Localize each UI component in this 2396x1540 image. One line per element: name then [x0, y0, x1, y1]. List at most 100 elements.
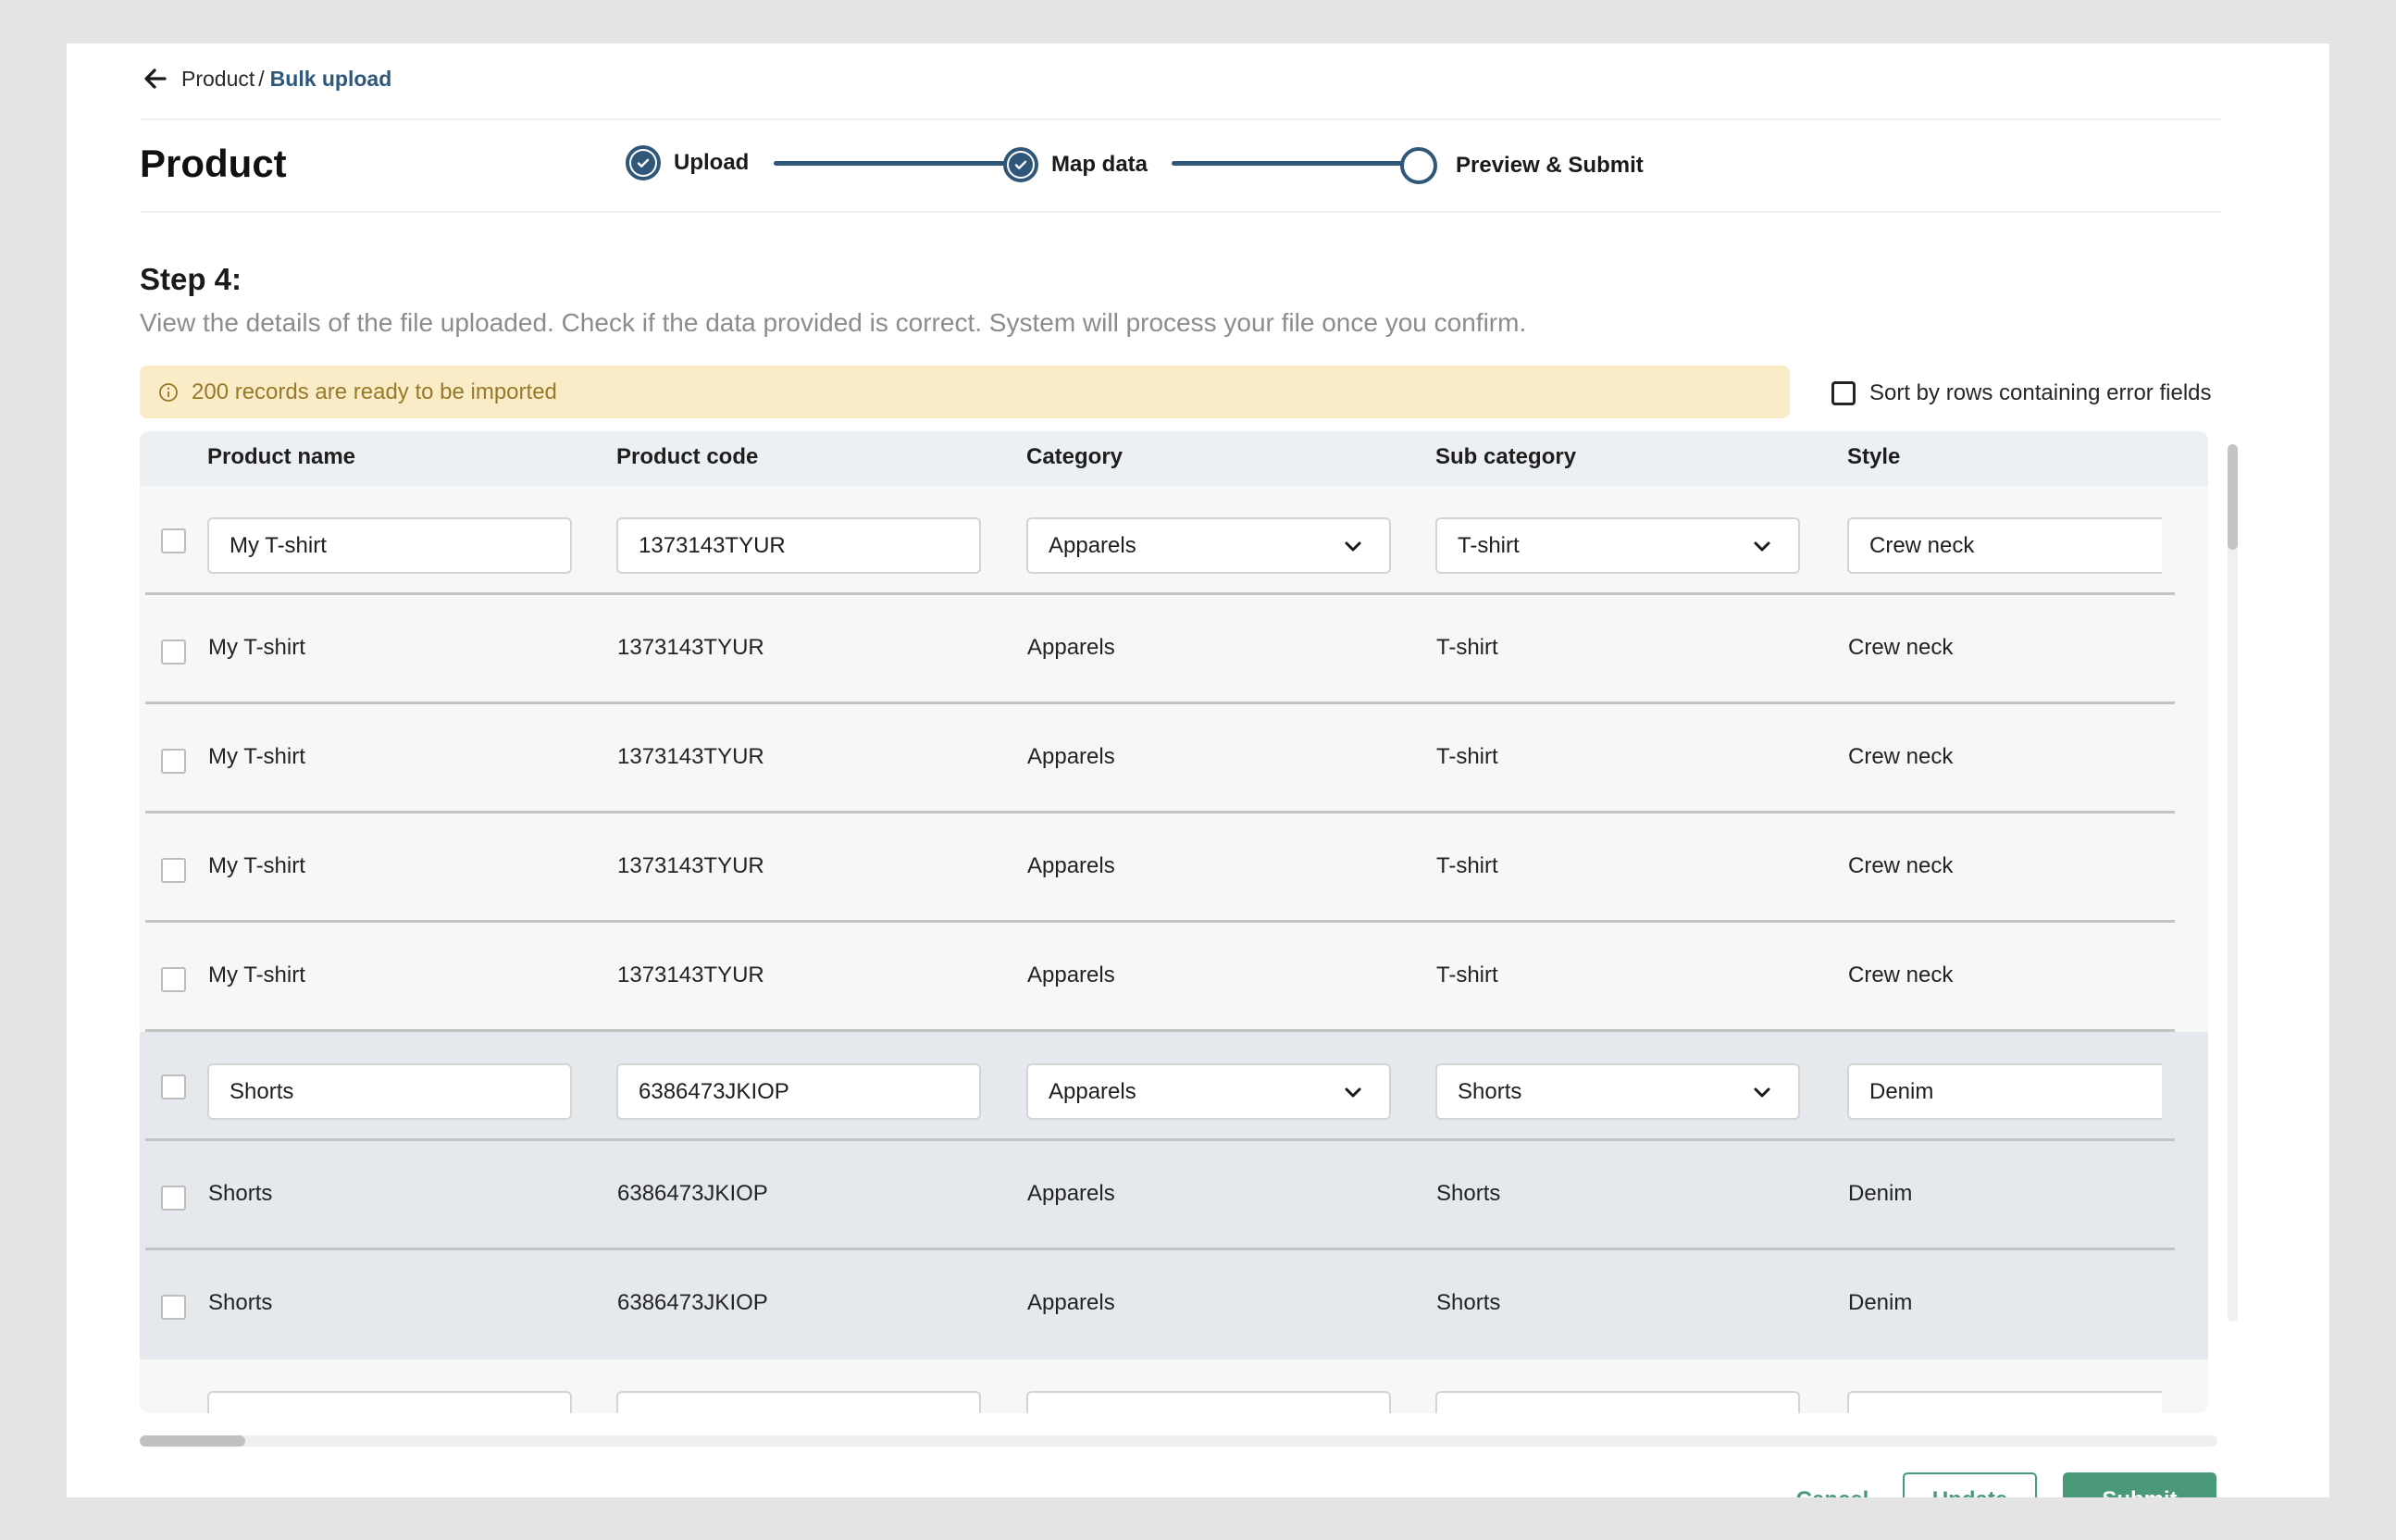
category-value: Apparels [1049, 1078, 1136, 1104]
horizontal-scrollbar-thumb[interactable] [140, 1435, 245, 1447]
style-input[interactable] [1847, 1391, 2162, 1413]
sub-category-cell: T-shirt [1436, 853, 1498, 878]
step-completed-icon [1003, 147, 1038, 182]
chevron-down-icon[interactable] [1752, 537, 1772, 557]
update-button[interactable]: Update [1903, 1472, 2037, 1497]
breadcrumb-bulk-upload[interactable]: Bulk upload [270, 67, 392, 91]
row-checkbox[interactable] [161, 858, 186, 883]
style-value: Crew neck [1869, 532, 1975, 558]
row-checkbox[interactable] [161, 749, 186, 774]
table-row-editable[interactable]: Shorts 6386473JKIOP Apparels Shorts Denim [140, 1032, 2208, 1141]
divider [140, 118, 2222, 120]
chevron-down-icon[interactable] [1343, 1083, 1363, 1103]
horizontal-scrollbar[interactable] [140, 1435, 2217, 1447]
table-row[interactable]: Shorts 6386473JKIOP Apparels Shorts Denim [140, 1141, 2208, 1250]
vertical-scrollbar-thumb[interactable] [2228, 444, 2238, 550]
category-cell: Apparels [1027, 744, 1115, 769]
sub-category-select[interactable]: T-shirt [1435, 517, 1800, 574]
category-select[interactable]: Apparels [1026, 1063, 1391, 1120]
product-name-cell: My T-shirt [208, 853, 305, 878]
sub-category-value: Shorts [1458, 1078, 1522, 1104]
product-name-input[interactable] [207, 1391, 572, 1413]
style-value: Denim [1869, 1078, 1934, 1104]
product-code-value: 6386473JKIOP [639, 1078, 789, 1104]
sub-category-cell: T-shirt [1436, 635, 1498, 660]
column-header-category: Category [1026, 444, 1124, 469]
step-current-icon [1400, 147, 1437, 184]
category-select[interactable] [1026, 1391, 1391, 1413]
back-arrow-icon[interactable] [141, 64, 170, 93]
row-checkbox[interactable] [161, 967, 186, 992]
style-cell: Denim [1848, 1181, 1913, 1206]
style-cell: Crew neck [1848, 744, 1954, 769]
product-name-input[interactable]: Shorts [207, 1063, 572, 1120]
submit-button[interactable]: Submit [2063, 1472, 2216, 1497]
row-checkbox[interactable] [161, 1074, 186, 1099]
row-checkbox[interactable] [161, 640, 186, 664]
product-name-value: My T-shirt [230, 532, 327, 558]
vertical-scrollbar[interactable] [2228, 444, 2238, 1322]
category-cell: Apparels [1027, 635, 1115, 660]
style-input[interactable]: Denim [1847, 1063, 2162, 1120]
column-header-style: Style [1847, 444, 1901, 469]
sort-by-errors-checkbox[interactable] [1831, 381, 1856, 405]
product-code-value: 1373143TYUR [639, 532, 786, 558]
column-header-sub-category: Sub category [1435, 444, 1577, 469]
divider [140, 211, 2222, 213]
sub-category-select[interactable] [1435, 1391, 1800, 1413]
category-cell: Apparels [1027, 1290, 1115, 1315]
product-code-input[interactable]: 6386473JKIOP [616, 1063, 981, 1120]
table-row[interactable]: Shorts 6386473JKIOP Apparels Shorts Denim [140, 1250, 2208, 1360]
step-connector [1172, 161, 1403, 166]
sort-by-errors-label[interactable]: Sort by rows containing error fields [1869, 380, 2212, 406]
step-label: Upload [674, 150, 750, 175]
step-label: Map data [1051, 152, 1148, 177]
style-cell: Denim [1848, 1290, 1913, 1315]
row-checkbox[interactable] [161, 1186, 186, 1211]
table-row[interactable]: My T-shirt 1373143TYUR Apparels T-shirt Crew… [140, 595, 2208, 704]
preview-table: Product name Product code Category Sub c… [140, 431, 2208, 1413]
sub-category-cell: Shorts [1436, 1181, 1501, 1206]
sub-category-select[interactable]: Shorts [1435, 1063, 1800, 1120]
table-row[interactable]: My T-shirt 1373143TYUR Apparels T-shirt Crew… [140, 704, 2208, 813]
step-heading: Step 4: [140, 262, 242, 296]
table-row-editable[interactable] [140, 1360, 2208, 1413]
sort-by-errors-toggle[interactable]: Sort by rows containing error fields [1831, 380, 2212, 406]
step-completed-icon [626, 145, 661, 180]
style-cell: Crew neck [1848, 962, 1954, 987]
column-header-product-code: Product code [616, 444, 759, 469]
sub-category-cell: T-shirt [1436, 962, 1498, 987]
page-title: Product [140, 142, 287, 185]
chevron-down-icon[interactable] [1752, 1410, 1772, 1413]
chevron-down-icon[interactable] [1343, 1410, 1363, 1413]
category-select[interactable]: Apparels [1026, 517, 1391, 574]
sub-category-value: T-shirt [1458, 532, 1520, 558]
cancel-button[interactable]: Cancel [1786, 1472, 1879, 1497]
style-cell: Crew neck [1848, 635, 1954, 660]
product-code-cell: 6386473JKIOP [617, 1181, 768, 1206]
product-name-cell: Shorts [208, 1181, 273, 1206]
row-checkbox[interactable] [161, 528, 186, 553]
product-name-input[interactable]: My T-shirt [207, 517, 572, 574]
table-row[interactable]: My T-shirt 1373143TYUR Apparels T-shirt Crew… [140, 813, 2208, 923]
step-description: View the details of the file uploaded. C… [140, 308, 1527, 337]
product-code-input[interactable] [616, 1391, 981, 1413]
breadcrumb: Product / Bulk upload [181, 64, 391, 93]
breadcrumb-product[interactable]: Product [181, 67, 254, 91]
category-cell: Apparels [1027, 962, 1115, 987]
table-row-editable[interactable]: My T-shirt 1373143TYUR Apparels T-shirt Crew… [140, 486, 2208, 595]
table-header: Product name Product code Category Sub c… [140, 431, 2208, 486]
row-checkbox[interactable] [161, 1295, 186, 1320]
product-code-input[interactable]: 1373143TYUR [616, 517, 981, 574]
records-ready-banner: 200 records are ready to be imported [140, 366, 1790, 418]
table-row[interactable]: My T-shirt 1373143TYUR Apparels T-shirt Crew… [140, 923, 2208, 1032]
style-input[interactable]: Crew neck [1847, 517, 2162, 574]
category-cell: Apparels [1027, 853, 1115, 878]
product-code-cell: 1373143TYUR [617, 635, 764, 660]
chevron-down-icon[interactable] [1343, 537, 1363, 557]
product-name-cell: My T-shirt [208, 962, 305, 987]
breadcrumb-separator: / [258, 67, 265, 91]
banner-text: 200 records are ready to be imported [192, 379, 557, 404]
column-header-product-name: Product name [207, 444, 356, 469]
chevron-down-icon[interactable] [1752, 1083, 1772, 1103]
